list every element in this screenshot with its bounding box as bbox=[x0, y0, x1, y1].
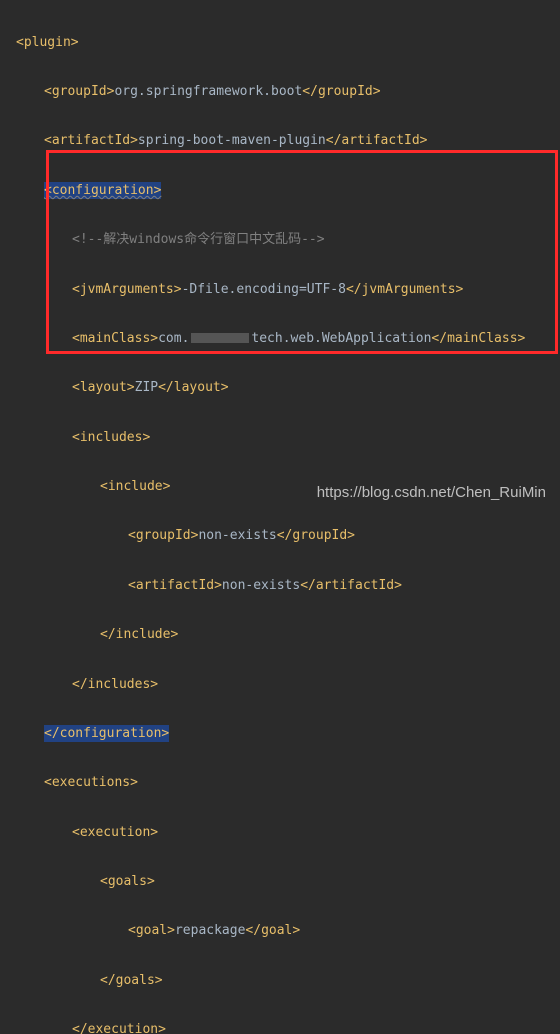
code-line: <artifactId>spring-boot-maven-plugin</ar… bbox=[16, 129, 560, 154]
code-line: </configuration> bbox=[16, 722, 560, 747]
code-line: </includes> bbox=[16, 673, 560, 698]
code-line: <groupId>org.springframework.boot</group… bbox=[16, 80, 560, 105]
code-line: <executions> bbox=[16, 771, 560, 796]
code-line: <goal>repackage</goal> bbox=[16, 919, 560, 944]
code-line: <layout>ZIP</layout> bbox=[16, 376, 560, 401]
code-line: </goals> bbox=[16, 969, 560, 994]
redacted-text bbox=[191, 333, 249, 343]
code-line: <jvmArguments>-Dfile.encoding=UTF-8</jvm… bbox=[16, 278, 560, 303]
code-line: <plugin> bbox=[16, 31, 560, 56]
code-line: <groupId>non-exists</groupId> bbox=[16, 524, 560, 549]
code-line: </include> bbox=[16, 623, 560, 648]
code-line: <artifactId>non-exists</artifactId> bbox=[16, 574, 560, 599]
code-line: <!--解决windows命令行窗口中文乱码--> bbox=[16, 228, 560, 253]
code-line: </execution> bbox=[16, 1018, 560, 1034]
code-line: <goals> bbox=[16, 870, 560, 895]
code-line: <mainClass>com.tech.web.WebApplication</… bbox=[16, 327, 560, 352]
code-block: <plugin> <groupId>org.springframework.bo… bbox=[0, 0, 560, 1034]
code-line: <configuration> bbox=[16, 179, 560, 204]
watermark-text: https://blog.csdn.net/Chen_RuiMin bbox=[317, 479, 546, 508]
code-line: <includes> bbox=[16, 426, 560, 451]
code-line: <execution> bbox=[16, 821, 560, 846]
